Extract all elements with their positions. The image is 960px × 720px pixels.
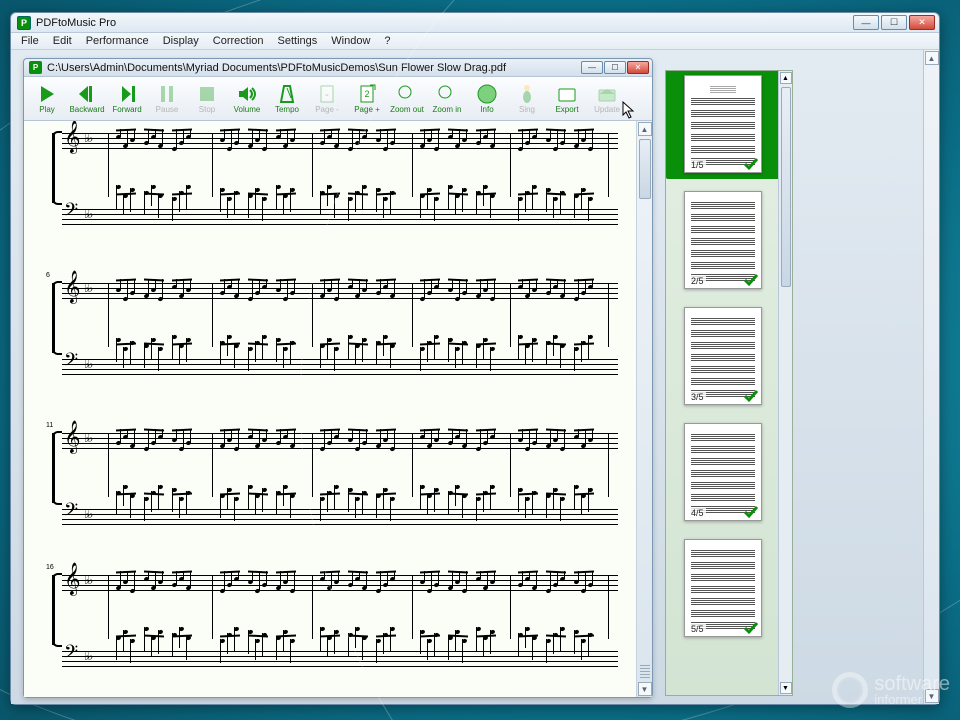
export-button[interactable]: Export [547, 79, 587, 118]
page--icon: - [315, 83, 339, 105]
play-icon [35, 83, 59, 105]
volume-icon [235, 83, 259, 105]
workspace: P C:\Users\Admin\Documents\Myriad Docume… [11, 50, 939, 704]
thumbnail-item[interactable]: 5/5 [672, 539, 774, 637]
checkmark-icon [743, 504, 759, 520]
sing-button: Sing [507, 79, 547, 118]
thumbnail-panel: 1/5 2/5 3/5 4/5 5/5 ▲ ▼ [665, 70, 793, 696]
play-button[interactable]: Play [27, 79, 67, 118]
checkmark-icon [743, 156, 759, 172]
thumbnail-item[interactable]: 1/5 [666, 70, 780, 179]
menu-correction[interactable]: Correction [207, 34, 270, 48]
score-scrollbar[interactable]: ▲ ▼ [636, 121, 652, 697]
scroll-thumb[interactable] [639, 139, 651, 199]
document-path: C:\Users\Admin\Documents\Myriad Document… [47, 62, 581, 74]
app-titlebar: P PDFtoMusic Pro — ☐ ✕ [11, 13, 939, 33]
music-system: 𝄞♭♭𝄢♭♭ [62, 127, 618, 191]
watermark-ring-icon [832, 672, 868, 708]
thumbnail-label: 2/5 [689, 276, 706, 286]
page+-icon: 2 [355, 83, 379, 105]
document-window: P C:\Users\Admin\Documents\Myriad Docume… [23, 58, 653, 698]
doc-minimize-button[interactable]: — [581, 61, 603, 74]
document-icon: P [29, 61, 42, 74]
scroll-down-icon[interactable]: ▼ [638, 682, 652, 696]
menu-performance[interactable]: Performance [80, 34, 155, 48]
zoomout-button[interactable]: Zoom out [387, 79, 427, 118]
thumbnail-item[interactable]: 4/5 [672, 423, 774, 521]
menu-window[interactable]: Window [325, 34, 376, 48]
menu-display[interactable]: Display [157, 34, 205, 48]
menu-edit[interactable]: Edit [47, 34, 78, 48]
thumb-scroll-up-icon[interactable]: ▲ [780, 72, 792, 84]
thumbnail-label: 5/5 [689, 624, 706, 634]
scroll-up-icon[interactable]: ▲ [638, 122, 652, 136]
thumbnail-label: 3/5 [689, 392, 706, 402]
page--button: -Page - [307, 79, 347, 118]
mouse-cursor [622, 101, 636, 121]
thumb-scroll-down-icon[interactable]: ▼ [780, 682, 792, 694]
info-button[interactable]: iInfo [467, 79, 507, 118]
checkmark-icon [743, 388, 759, 404]
app-window: P PDFtoMusic Pro — ☐ ✕ FileEditPerforman… [10, 12, 940, 705]
backward-button[interactable]: Backward [67, 79, 107, 118]
close-button[interactable]: ✕ [909, 15, 935, 30]
document-titlebar: P C:\Users\Admin\Documents\Myriad Docume… [24, 59, 652, 77]
score-page: 𝄞♭♭𝄢♭♭ 6𝄞♭♭𝄢♭♭ 11𝄞♭♭𝄢♭♭ 16𝄞♭♭𝄢♭♭ [24, 121, 636, 697]
doc-close-button[interactable]: ✕ [627, 61, 649, 74]
measure-number: 6 [46, 272, 50, 279]
svg-text:-: - [325, 89, 329, 101]
update-button: Update [587, 79, 627, 118]
tempo-button[interactable]: Tempo [267, 79, 307, 118]
tempo-icon [275, 83, 299, 105]
score-area[interactable]: 𝄞♭♭𝄢♭♭ 6𝄞♭♭𝄢♭♭ 11𝄞♭♭𝄢♭♭ 16𝄞♭♭𝄢♭♭ ▲ ▼ [24, 121, 652, 697]
volume-button[interactable]: Volume [227, 79, 267, 118]
thumbnail-label: 4/5 [689, 508, 706, 518]
export-icon [555, 83, 579, 105]
zoomin-icon [435, 83, 459, 105]
sing-icon [515, 83, 539, 105]
watermark: software informer [832, 672, 950, 708]
checkmark-icon [743, 620, 759, 636]
info-icon: i [475, 83, 499, 105]
thumb-scroll-thumb[interactable] [781, 87, 791, 287]
thumbnail-label: 1/5 [689, 160, 706, 170]
measure-number: 11 [46, 422, 53, 429]
zoomout-icon [395, 83, 419, 105]
music-system: 16𝄞♭♭𝄢♭♭ [62, 569, 618, 633]
thumbnail-scrollbar[interactable]: ▲ ▼ [778, 71, 792, 695]
pause-button: Pause [147, 79, 187, 118]
toolbar: PlayBackwardForwardPauseStopVolumeTempo-… [24, 77, 652, 121]
menu-[interactable]: ? [378, 34, 396, 48]
doc-maximize-button[interactable]: ☐ [604, 61, 626, 74]
thumbnail-item[interactable]: 3/5 [672, 307, 774, 405]
music-system: 6𝄞♭♭𝄢♭♭ [62, 277, 618, 341]
win-scroll-up-icon[interactable]: ▲ [925, 51, 939, 65]
backward-icon [75, 83, 99, 105]
checkmark-icon [743, 272, 759, 288]
window-scrollbar[interactable]: ▲ ▼ [923, 50, 939, 704]
menu-settings[interactable]: Settings [272, 34, 324, 48]
menu-bar: FileEditPerformanceDisplayCorrectionSett… [11, 33, 939, 50]
svg-text:2: 2 [364, 89, 369, 99]
update-icon [595, 83, 619, 105]
forward-button[interactable]: Forward [107, 79, 147, 118]
scroll-grip [640, 664, 650, 678]
app-title: PDFtoMusic Pro [36, 17, 853, 29]
measure-number: 16 [46, 564, 54, 571]
forward-icon [115, 83, 139, 105]
pause-icon [155, 83, 179, 105]
music-system: 11𝄞♭♭𝄢♭♭ [62, 427, 618, 491]
page+-button[interactable]: 2Page + [347, 79, 387, 118]
menu-file[interactable]: File [15, 34, 45, 48]
app-icon: P [17, 16, 31, 30]
zoomin-button[interactable]: Zoom in [427, 79, 467, 118]
thumbnail-item[interactable]: 2/5 [672, 191, 774, 289]
stop-icon [195, 83, 219, 105]
minimize-button[interactable]: — [853, 15, 879, 30]
stop-button: Stop [187, 79, 227, 118]
maximize-button[interactable]: ☐ [881, 15, 907, 30]
